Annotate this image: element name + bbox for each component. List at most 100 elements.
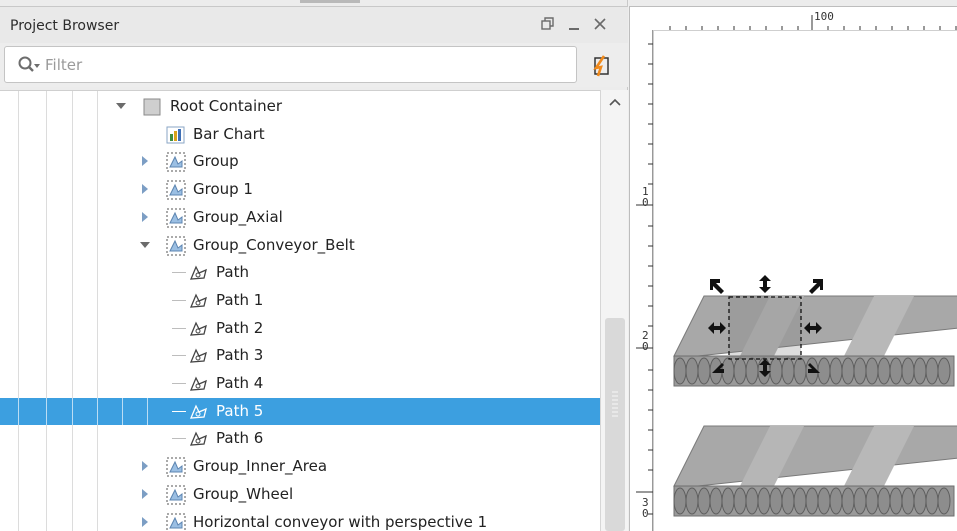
- tree-node-label: Path 6: [216, 429, 264, 448]
- tree-node[interactable]: Path 1: [0, 287, 600, 314]
- tree-node-label: Path 2: [216, 318, 264, 337]
- tree-connector: [172, 272, 186, 274]
- group-icon: [166, 180, 186, 200]
- group-icon: [166, 457, 186, 477]
- tree-node-label: Group: [193, 152, 239, 171]
- minimize-panel-button[interactable]: [564, 16, 584, 38]
- tree-connector: [172, 383, 186, 384]
- scroll-up-icon[interactable]: [609, 98, 621, 106]
- tree-node[interactable]: Horizontal conveyor with perspective 1: [0, 509, 600, 531]
- close-icon: [594, 18, 606, 30]
- tree-guide-line: [122, 397, 123, 425]
- tree-node-label: Group_Inner_Area: [193, 457, 328, 476]
- group-icon: [166, 208, 186, 228]
- ruler-label-20: 2 0: [642, 329, 649, 353]
- tree-connector: [172, 299, 186, 301]
- chevron-right-icon[interactable]: [140, 184, 150, 195]
- group-icon: [166, 485, 186, 505]
- ruler-label-10: 1 0: [642, 185, 649, 209]
- selection-outline[interactable]: [728, 296, 802, 360]
- project-tree: Root Container Bar Chart Group Group 1 Group…: [0, 90, 600, 531]
- restore-panel-button[interactable]: [538, 16, 558, 38]
- path-icon: [189, 376, 207, 391]
- tree-node[interactable]: Group_Axial: [0, 204, 600, 231]
- tree-node-label: Path: [216, 263, 249, 282]
- designer-workspace: 100 1 0 2 0 3 0: [629, 0, 957, 531]
- designer-window: Project Browser Filter Root Container Ba…: [0, 0, 957, 531]
- chevron-down-icon[interactable]: [140, 240, 150, 250]
- tree-guide-line: [18, 397, 19, 425]
- tree-node[interactable]: Group_Wheel: [0, 481, 600, 508]
- group-icon: [166, 152, 186, 172]
- tree-node[interactable]: Group: [0, 148, 600, 175]
- top-ruler: 100: [629, 6, 957, 31]
- locate-selected-button[interactable]: [586, 50, 616, 80]
- chevron-right-icon[interactable]: [140, 516, 150, 527]
- tree-node[interactable]: Group 1: [0, 176, 600, 203]
- tree-node-label: Group_Wheel: [193, 484, 294, 503]
- container-icon: [143, 98, 161, 116]
- chevron-right-icon[interactable]: [140, 488, 150, 499]
- tree-connector: [172, 410, 186, 412]
- path-icon: [189, 293, 207, 308]
- tree-node[interactable]: Path 5: [0, 397, 600, 425]
- path-icon: [189, 431, 207, 447]
- restore-icon: [541, 17, 554, 30]
- tree-guide-line: [147, 397, 148, 425]
- conveyor-drawing: [673, 275, 957, 517]
- tree-node[interactable]: Path 2: [0, 315, 600, 342]
- filter-row: Filter: [0, 43, 628, 87]
- ruler-label-30: 3 0: [642, 496, 649, 520]
- minimize-icon: [569, 28, 579, 30]
- tree-vertical-scrollbar[interactable]: [600, 90, 628, 531]
- group-icon: [166, 236, 186, 255]
- tree-node[interactable]: Path 3: [0, 342, 600, 369]
- tree-node-label: Path 3: [216, 346, 264, 365]
- path-icon: [189, 404, 207, 419]
- tree-node[interactable]: Path 4: [0, 370, 600, 397]
- tree-node-label: Path 4: [216, 374, 264, 392]
- project-browser-panel: Project Browser Filter Root Container Ba…: [0, 0, 628, 531]
- tree-node-label: Bar Chart: [193, 124, 265, 143]
- tree-connector: [172, 438, 186, 440]
- chevron-right-icon[interactable]: [140, 461, 150, 472]
- tree-node[interactable]: Path: [0, 259, 600, 286]
- path-icon: [189, 321, 207, 336]
- tree-node-label: Horizontal conveyor with perspective 1: [193, 512, 488, 531]
- tree-node[interactable]: Path 6: [0, 425, 600, 452]
- filter-placeholder: Filter: [45, 56, 83, 74]
- tree-node-label: Path 5: [216, 401, 264, 420]
- tree-guide-line: [46, 397, 47, 425]
- tree-node[interactable]: Root Container: [0, 93, 600, 120]
- chevron-down-icon[interactable]: [116, 101, 126, 111]
- ruler-ticks-vertical: [636, 30, 654, 531]
- panel-title: Project Browser: [10, 18, 120, 34]
- tree-node-label: Group_Axial: [193, 207, 283, 226]
- close-panel-button[interactable]: [590, 16, 610, 38]
- tree-guide-line: [97, 397, 98, 425]
- ruler-ticks: [654, 15, 957, 31]
- tree-node-label: Root Container: [170, 97, 283, 115]
- path-icon: [189, 265, 207, 280]
- group-icon: [166, 513, 186, 531]
- bar-chart-icon: [166, 126, 185, 144]
- conveyor-belt-bottom[interactable]: [673, 425, 957, 517]
- panel-resize-grip[interactable]: [300, 0, 360, 3]
- filter-input[interactable]: Filter: [4, 46, 577, 83]
- left-ruler: 1 0 2 0 3 0: [629, 30, 654, 531]
- path-icon: [189, 348, 207, 364]
- tree-node-label: Group_Conveyor_Belt: [193, 235, 355, 254]
- tree-connector: [172, 327, 186, 329]
- tree-node[interactable]: Bar Chart: [0, 121, 600, 148]
- tree-connector: [172, 355, 186, 357]
- grip-icon: [612, 391, 618, 417]
- chevron-right-icon[interactable]: [140, 211, 150, 222]
- tree-node[interactable]: Group_Inner_Area: [0, 453, 600, 480]
- tree-node-label: Group 1: [193, 180, 253, 199]
- design-canvas[interactable]: [653, 30, 957, 531]
- tree-node[interactable]: Group_Conveyor_Belt: [0, 232, 600, 259]
- ruler-label-100: 100: [814, 10, 834, 23]
- chevron-right-icon[interactable]: [140, 156, 150, 167]
- scrollbar-thumb[interactable]: [605, 318, 625, 531]
- search-icon: [18, 56, 40, 72]
